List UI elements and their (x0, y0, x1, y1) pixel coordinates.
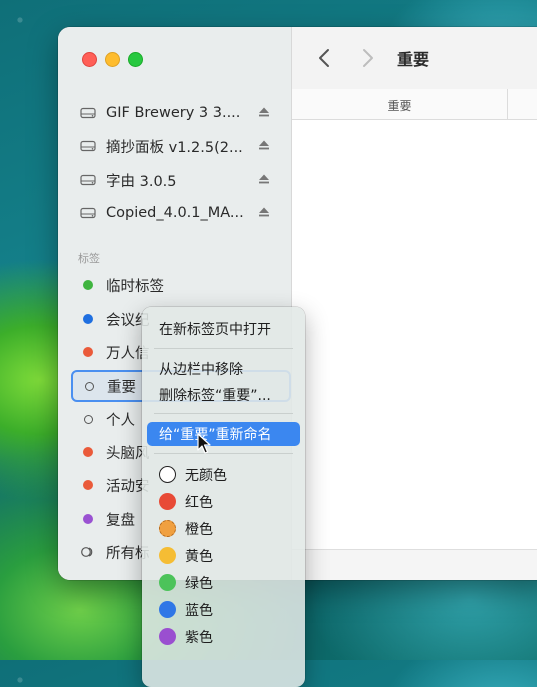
sidebar-item-device[interactable]: Copied_4.0.1_MA... (70, 198, 280, 228)
file-list-area[interactable] (292, 120, 537, 550)
sidebar-item-label: 字由 3.0.5 (106, 173, 177, 190)
sidebar-item-device[interactable]: 摘抄面板 v1.2.5(2... (70, 131, 280, 161)
no-color-icon (159, 466, 176, 483)
menu-item-rename-tag[interactable]: 给“重要”重新命名 (147, 422, 300, 446)
disk-icon (78, 140, 98, 152)
tag-color-icon (84, 381, 94, 391)
sidebar-item-label: 临时标签 (106, 278, 164, 295)
sidebar-item-label: 个人 (106, 412, 135, 429)
mouse-cursor-icon (197, 433, 211, 454)
color-option-label: 黄色 (185, 548, 213, 565)
color-option-label: 橙色 (185, 521, 213, 538)
yellow-swatch-icon (159, 547, 176, 564)
status-bar (292, 549, 537, 580)
tag-color-icon (83, 480, 93, 490)
window-title: 重要 (397, 50, 430, 69)
menu-item-label: 删除标签“重要”... (159, 388, 271, 404)
purple-swatch-icon (159, 628, 176, 645)
menu-item-label: 在新标签页中打开 (159, 322, 271, 338)
color-option-orange[interactable]: 橙色 (147, 515, 300, 542)
eject-icon[interactable] (258, 173, 270, 185)
sidebar-item-device[interactable]: GIF Brewery 3 3.... (70, 98, 280, 128)
eject-icon[interactable] (258, 139, 270, 151)
color-option-label: 紫色 (185, 629, 213, 646)
menu-item-remove-from-sidebar[interactable]: 从边栏中移除 (147, 357, 300, 381)
green-swatch-icon (159, 574, 176, 591)
window-controls (82, 52, 143, 67)
sidebar-item-label: 摘抄面板 v1.2.5(2... (106, 139, 243, 156)
orange-swatch-icon (159, 520, 176, 537)
tags-section-heading: 标签 (78, 252, 100, 265)
red-swatch-icon (159, 493, 176, 510)
disk-icon (78, 107, 98, 119)
disk-icon (78, 174, 98, 186)
eject-icon[interactable] (258, 106, 270, 118)
context-menu: 在新标签页中打开 从边栏中移除 删除标签“重要”... 给“重要”重新命名 无颜… (142, 307, 305, 687)
back-icon[interactable] (316, 47, 334, 69)
sidebar-item-label: 复盘 (106, 512, 135, 529)
menu-item-label: 从边栏中移除 (159, 362, 243, 378)
sidebar-item-label: 重要 (107, 379, 136, 396)
tag-color-icon (83, 447, 93, 457)
menu-separator (154, 453, 293, 454)
close-button[interactable] (82, 52, 97, 67)
disk-icon (78, 207, 98, 219)
menu-item-label: 给“重要”重新命名 (159, 427, 272, 443)
column-divider (507, 89, 508, 119)
color-option-none[interactable]: 无颜色 (147, 461, 300, 488)
color-option-blue[interactable]: 蓝色 (147, 596, 300, 623)
column-title[interactable]: 重要 (292, 97, 507, 114)
blue-swatch-icon (159, 601, 176, 618)
tag-color-icon (83, 280, 93, 290)
column-header: 重要 (292, 89, 537, 120)
toolbar: 重要 (292, 27, 537, 90)
color-option-label: 红色 (185, 494, 213, 511)
menu-separator (154, 348, 293, 349)
tag-color-icon (83, 347, 93, 357)
color-option-label: 无颜色 (185, 467, 227, 484)
sidebar-item-tag[interactable]: 临时标签 (70, 270, 280, 300)
tag-color-icon (83, 314, 93, 324)
zoom-button[interactable] (128, 52, 143, 67)
sidebar-item-label: GIF Brewery 3 3.... (106, 105, 241, 121)
tag-color-icon (83, 514, 93, 524)
tag-color-icon (83, 414, 93, 424)
all-tags-icon (78, 546, 98, 558)
color-option-red[interactable]: 红色 (147, 488, 300, 515)
sidebar-item-device[interactable]: 字由 3.0.5 (70, 165, 280, 195)
forward-icon[interactable] (358, 47, 376, 69)
color-option-purple[interactable]: 紫色 (147, 623, 300, 650)
menu-item-delete-tag[interactable]: 删除标签“重要”... (147, 383, 300, 407)
color-option-green[interactable]: 绿色 (147, 569, 300, 596)
sidebar-item-label: Copied_4.0.1_MA... (106, 205, 244, 221)
menu-separator (154, 413, 293, 414)
color-option-label: 绿色 (185, 575, 213, 592)
eject-icon[interactable] (258, 206, 270, 218)
color-option-label: 蓝色 (185, 602, 213, 619)
color-option-yellow[interactable]: 黄色 (147, 542, 300, 569)
minimize-button[interactable] (105, 52, 120, 67)
menu-item-open-new-tab[interactable]: 在新标签页中打开 (147, 317, 300, 341)
